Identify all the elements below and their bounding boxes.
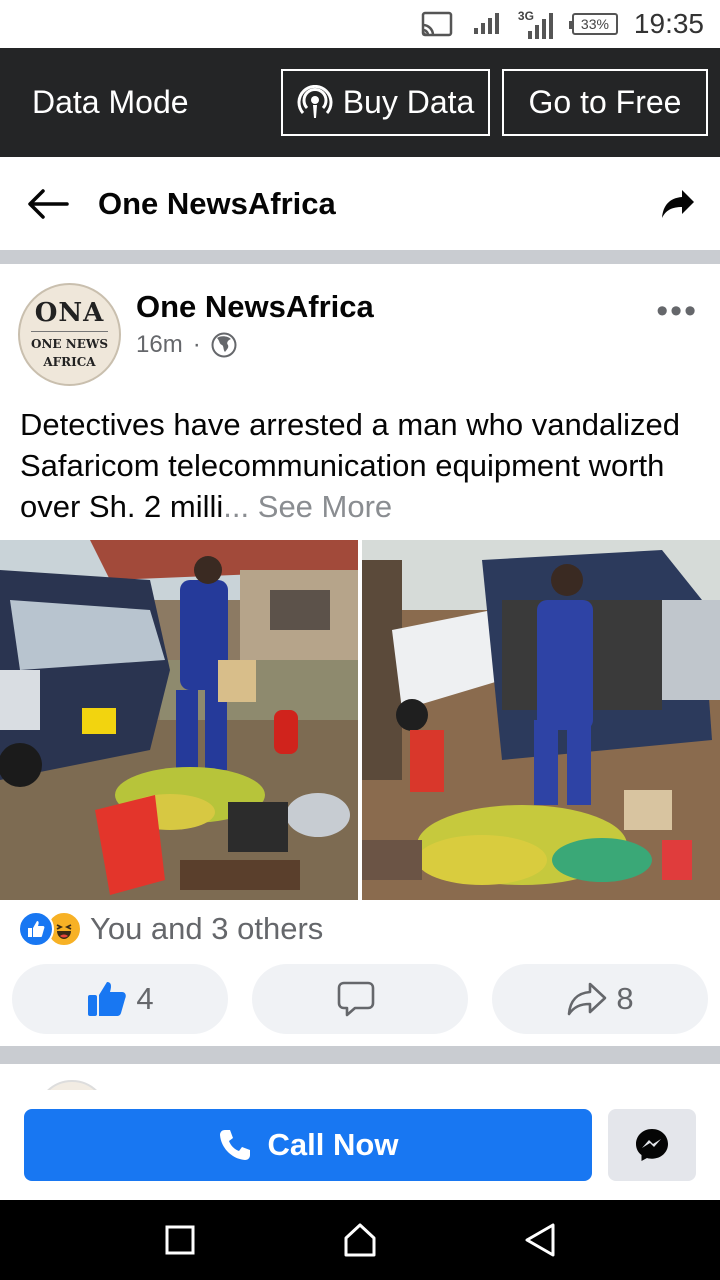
podcast-icon (297, 84, 333, 118)
reaction-count-text: You and 3 others (90, 911, 324, 946)
go-to-free-button[interactable]: Go to Free (502, 69, 708, 136)
share-button[interactable]: 8 (492, 964, 708, 1034)
buy-data-label: Buy Data (342, 84, 475, 120)
home-button[interactable] (330, 1210, 390, 1270)
share-icon (568, 982, 607, 1016)
phone-icon (219, 1130, 250, 1160)
share-arrow-icon (662, 189, 694, 218)
post-time[interactable]: 16m (136, 331, 183, 359)
thumbs-up-icon (88, 982, 127, 1016)
data-mode-label: Data Mode (32, 84, 189, 120)
see-more-link[interactable]: See More (258, 489, 392, 524)
post-options-button[interactable]: ••• (656, 294, 698, 328)
section-divider (0, 250, 720, 264)
mobile-data-icon: 3G (518, 7, 554, 41)
post-photos (0, 540, 720, 900)
share-page-button[interactable] (658, 184, 698, 224)
post-divider (0, 1046, 720, 1064)
square-icon (165, 1225, 195, 1255)
page-header: One NewsAfrica (0, 157, 720, 250)
battery-icon: 33% (568, 13, 618, 35)
clock: 19:35 (633, 8, 704, 39)
status-bar: 3G 33% 19:35 (0, 0, 720, 48)
comment-icon (337, 981, 375, 1017)
bottom-cta-bar: Call Now (0, 1090, 720, 1200)
post-text: Detectives have arrested a man who vanda… (20, 404, 700, 527)
post-author[interactable]: One NewsAfrica (136, 289, 374, 325)
like-button[interactable]: 4 (12, 964, 228, 1034)
signal-icon (472, 12, 500, 36)
messenger-icon (636, 1129, 668, 1161)
share-count: 8 (616, 981, 634, 1016)
back-button[interactable] (26, 182, 70, 226)
triangle-back-icon (525, 1223, 555, 1257)
post-photo-left[interactable] (0, 540, 358, 900)
post-meta: 16m · (136, 331, 237, 359)
ellipsis: ... (223, 489, 250, 524)
globe-icon (211, 332, 237, 358)
messenger-button[interactable] (608, 1109, 696, 1181)
back-arrow-icon (28, 188, 69, 219)
call-now-label: Call Now (267, 1127, 399, 1162)
home-icon (344, 1223, 376, 1257)
comment-button[interactable] (252, 964, 468, 1034)
reactions-summary[interactable]: You and 3 others (18, 908, 323, 950)
page-avatar[interactable]: ONA ONE NEWS AFRICA (18, 283, 121, 386)
call-now-button[interactable]: Call Now (24, 1109, 592, 1181)
post-header: ONA ONE NEWS AFRICA One NewsAfrica 16m · … (0, 265, 720, 395)
cast-icon (420, 11, 454, 37)
post-photo-right[interactable] (362, 540, 720, 900)
page-title: One NewsAfrica (98, 185, 336, 221)
buy-data-button[interactable]: Buy Data (281, 69, 490, 136)
system-nav-bar (0, 1200, 720, 1280)
like-count: 4 (136, 981, 154, 1016)
battery-level: 33% (568, 13, 618, 35)
like-reaction-icon (18, 911, 54, 947)
go-to-free-label: Go to Free (528, 84, 682, 120)
recents-button[interactable] (150, 1210, 210, 1270)
avatar-logo-text: ONA (34, 298, 105, 328)
meta-separator: · (192, 331, 201, 358)
post-actions: 4 8 (12, 964, 708, 1034)
avatar-logo-subtext: ONE NEWS AFRICA (30, 331, 108, 371)
back-nav-button[interactable] (510, 1210, 570, 1270)
data-mode-bar: Data Mode Buy Data Go to Free (0, 48, 720, 157)
